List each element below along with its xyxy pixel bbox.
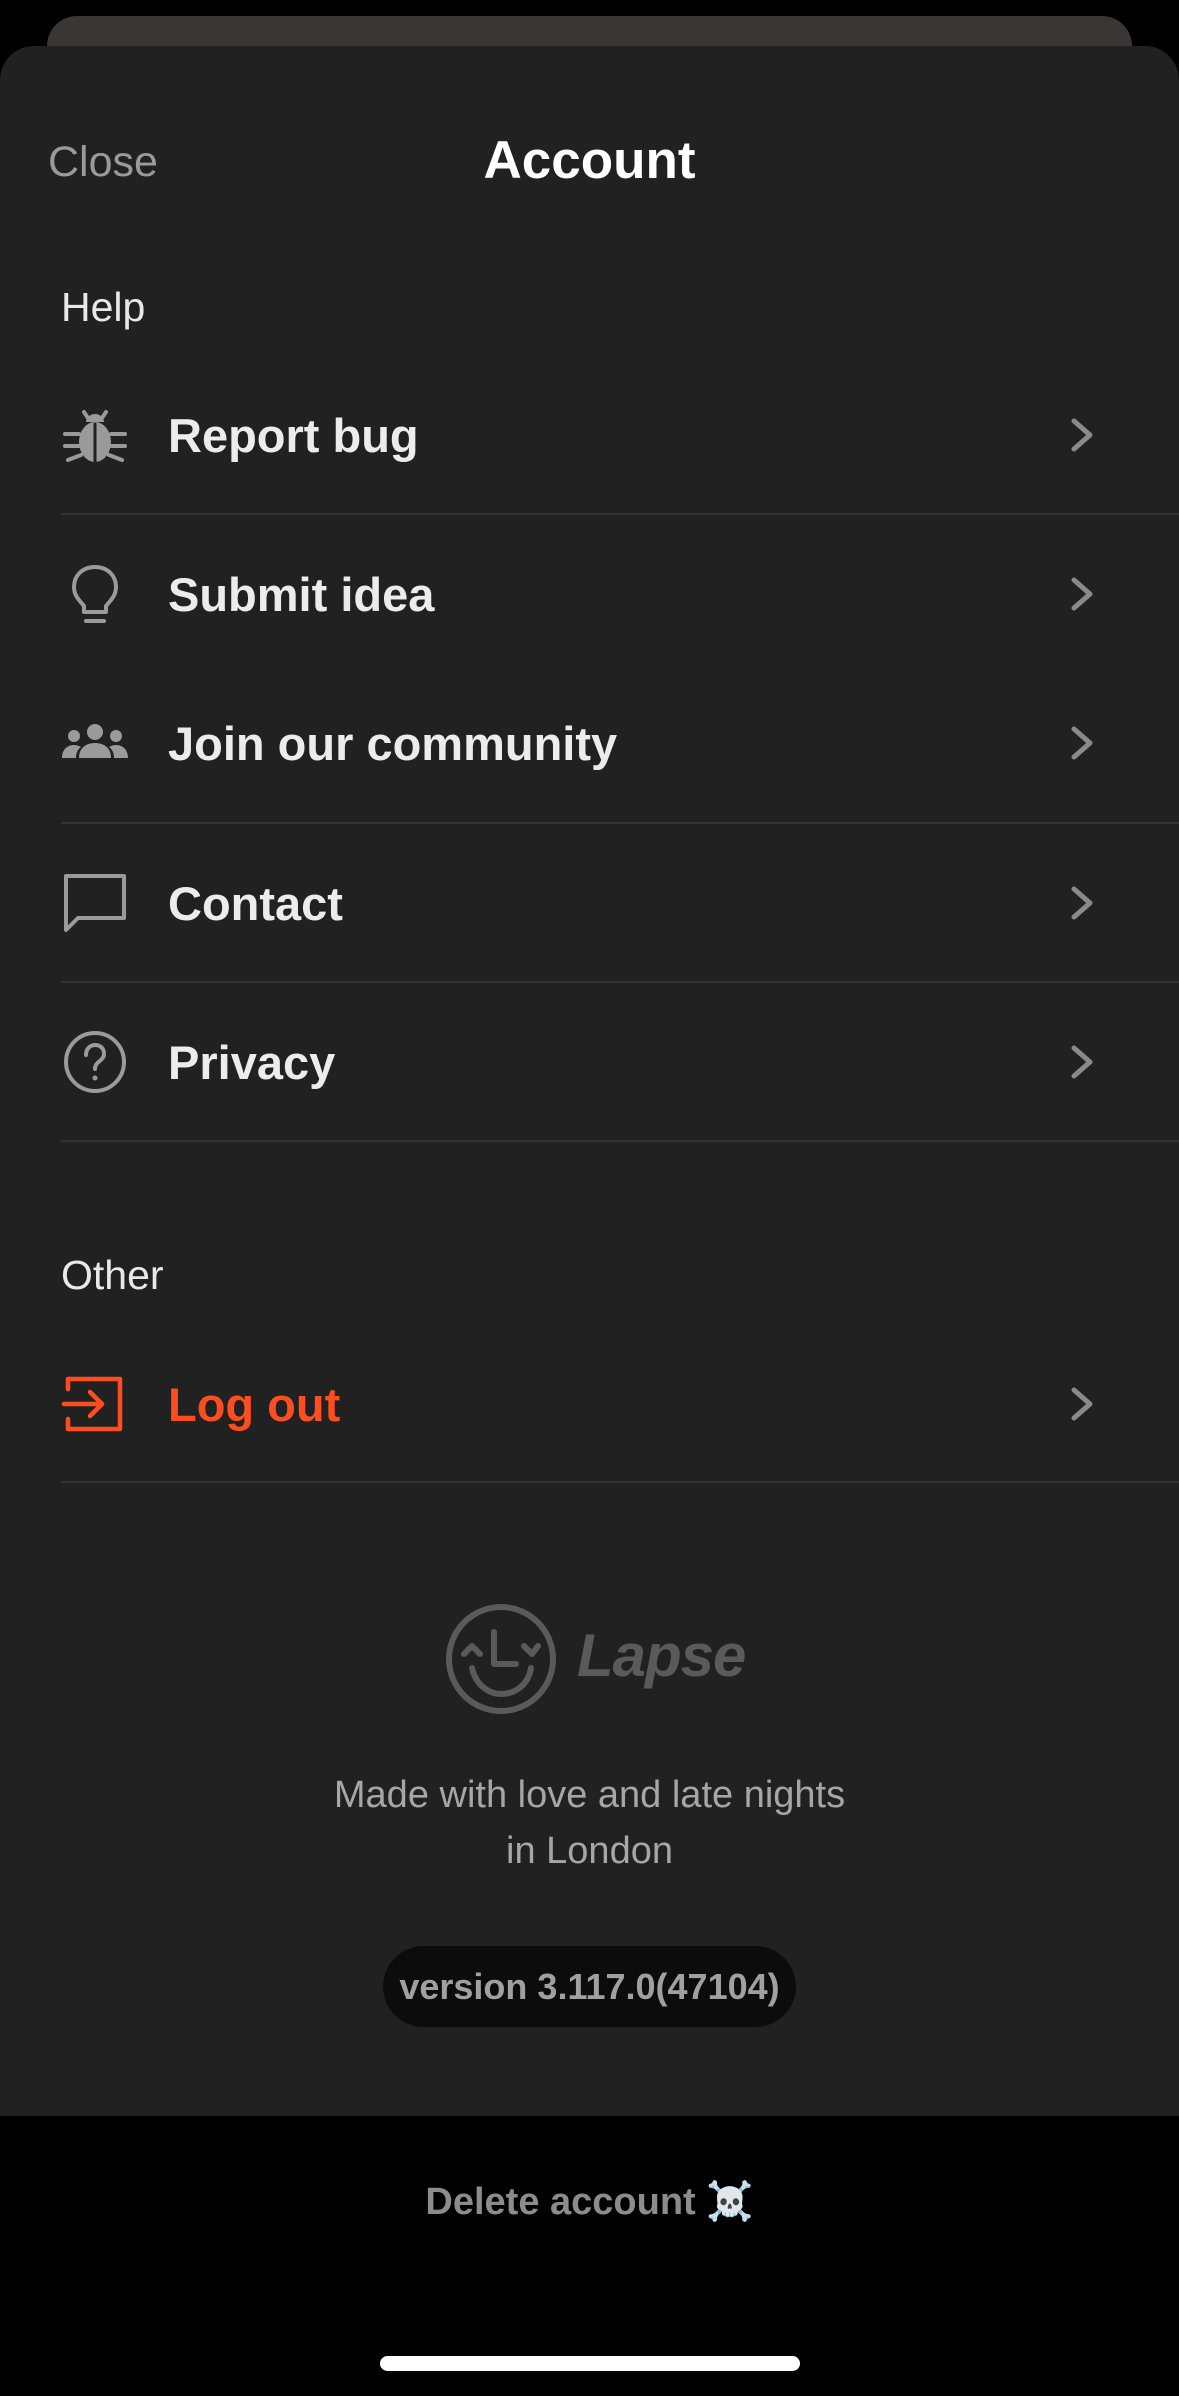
chevron-right-icon [1071, 1387, 1093, 1421]
home-indicator[interactable] [380, 2356, 800, 2371]
section-label-help: Help [61, 284, 146, 330]
lightbulb-icon [72, 565, 118, 623]
menu-item-report-bug[interactable]: Report bug [0, 356, 1179, 514]
lapse-logo-icon [446, 1604, 556, 1714]
menu-item-contact[interactable]: Contact [0, 824, 1179, 982]
chevron-right-icon [1071, 577, 1093, 611]
chevron-right-icon [1071, 726, 1093, 760]
chevron-right-icon [1071, 1045, 1093, 1079]
menu-item-label: Log out [168, 1378, 341, 1431]
bug-icon [63, 410, 127, 464]
menu-item-label: Privacy [168, 1036, 336, 1089]
menu-item-submit-idea[interactable]: Submit idea [0, 515, 1179, 673]
menu-item-log-out[interactable]: Log out [0, 1325, 1179, 1483]
delete-account-button[interactable]: Delete account ☠️ [0, 2180, 1179, 2224]
tagline-line1: Made with love and late nights [333, 1774, 846, 1816]
divider [61, 1140, 1179, 1142]
page-title: Account [483, 131, 696, 190]
chevron-right-icon [1071, 418, 1093, 452]
chevron-right-icon [1071, 886, 1093, 920]
question-circle-icon [64, 1031, 126, 1093]
menu-item-label: Submit idea [168, 568, 435, 621]
community-icon [62, 724, 128, 758]
brand-wordmark: Lapse [577, 1622, 746, 1689]
section-label-other: Other [61, 1252, 164, 1298]
menu-item-privacy[interactable]: Privacy [0, 983, 1179, 1141]
chat-bubble-icon [64, 874, 126, 932]
tagline-line2: in London [506, 1830, 673, 1872]
menu-item-label: Join our community [168, 717, 618, 770]
logout-icon [61, 1376, 123, 1432]
menu-item-label: Report bug [168, 409, 419, 462]
menu-item-label: Contact [168, 877, 343, 930]
menu-item-join-community[interactable]: Join our community [0, 664, 1179, 822]
divider [61, 1481, 1179, 1483]
version-badge: version 3.117.0(47104) [383, 1946, 796, 2027]
